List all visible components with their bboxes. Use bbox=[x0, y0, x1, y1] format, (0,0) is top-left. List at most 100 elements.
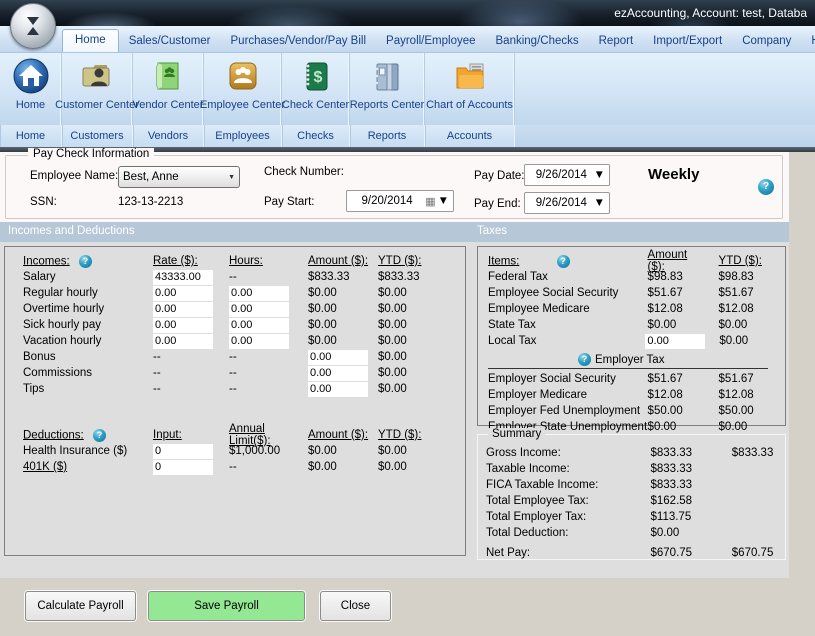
income-ytd: $0.00 bbox=[378, 319, 444, 331]
check-center-button[interactable]: $ Check Center bbox=[282, 53, 350, 125]
tab-payroll-employee[interactable]: Payroll/Employee bbox=[376, 31, 485, 52]
summary-row-total-deduction: Total Deduction: $0.00 bbox=[486, 525, 785, 541]
commissions-amount-input[interactable] bbox=[308, 366, 368, 381]
subband-accounts[interactable]: Accounts bbox=[425, 125, 515, 147]
help-globe-icon[interactable]: ? bbox=[93, 429, 106, 442]
vendor-center-button[interactable]: Vendor Center bbox=[133, 53, 204, 125]
employer-tax-title: Employer Tax bbox=[595, 354, 664, 366]
save-payroll-button[interactable]: Save Payroll bbox=[148, 591, 305, 621]
vacation-hourly-rate-input[interactable] bbox=[153, 334, 213, 349]
pay-end-dropdown[interactable]: 9/26/2014 ▼ bbox=[524, 192, 610, 214]
summary-label: Total Employee Tax: bbox=[486, 495, 651, 507]
toolbar: Home Customer Center bbox=[0, 53, 815, 125]
sick-hourly-rate-input[interactable] bbox=[153, 318, 213, 333]
reports-center-button[interactable]: Reports Center bbox=[350, 53, 425, 125]
summary-row-taxable-income: Taxable Income: $833.33 bbox=[486, 461, 785, 477]
tax-ytd: $51.67 bbox=[719, 373, 785, 385]
salary-rate-input[interactable] bbox=[153, 270, 213, 285]
pay-start-datepicker[interactable]: 9/20/2014 ▦ ▼ bbox=[346, 190, 454, 212]
help-globe-icon[interactable]: ? bbox=[557, 255, 570, 268]
401k-input[interactable] bbox=[153, 460, 213, 475]
summary-row-net-pay: Net Pay: $670.75 $670.75 bbox=[486, 545, 785, 561]
toolbar-button-label: Home bbox=[16, 99, 45, 111]
tab-sales-customer[interactable]: Sales/Customer bbox=[119, 31, 221, 52]
regular-hourly-rate-input[interactable] bbox=[153, 286, 213, 301]
subband-customers[interactable]: Customers bbox=[62, 125, 133, 147]
summary-label: FICA Taxable Income: bbox=[486, 479, 651, 491]
summary-value: $833.33 bbox=[651, 447, 732, 459]
summary-row-fica-taxable-income: FICA Taxable Income: $833.33 bbox=[486, 477, 785, 493]
401k-link[interactable]: 401K ($) bbox=[23, 461, 153, 473]
tab-home[interactable]: Home bbox=[62, 29, 119, 52]
tax-label: Employer Fed Unemployment bbox=[488, 405, 648, 417]
income-label: Tips bbox=[23, 383, 153, 395]
summary-label: Total Employer Tax: bbox=[486, 511, 651, 523]
summary-value: $162.58 bbox=[651, 495, 732, 507]
toolbar-button-label: Vendor Center bbox=[133, 99, 204, 111]
overtime-hourly-hours-input[interactable] bbox=[229, 302, 289, 317]
ssn-value: 123-13-2213 bbox=[118, 196, 183, 208]
subband-checks[interactable]: Checks bbox=[282, 125, 350, 147]
pay-start-value: 9/20/2014 bbox=[351, 195, 423, 207]
income-row-vacation-hourly: Vacation hourly $0.00 $0.00 bbox=[23, 333, 465, 349]
tips-amount-input[interactable] bbox=[308, 382, 368, 397]
chevron-down-icon: ▼ bbox=[438, 195, 449, 207]
items-column-header: Items: bbox=[488, 255, 519, 267]
close-button[interactable]: Close bbox=[320, 591, 391, 621]
income-ytd: $833.33 bbox=[378, 271, 444, 283]
employee-name-dropdown[interactable]: Best, Anne ▼ bbox=[118, 166, 240, 188]
tax-label: Employee Medicare bbox=[488, 303, 648, 315]
svg-text:$: $ bbox=[313, 69, 322, 86]
local-tax-input[interactable] bbox=[645, 334, 705, 349]
annual-limit-column-header: Annual Limit($): bbox=[229, 423, 308, 447]
pay-end-label: Pay End: bbox=[474, 198, 521, 210]
home-button[interactable]: Home bbox=[0, 53, 62, 125]
incomes-deductions-panel: Incomes: ? Rate ($): Hours: Amount ($): … bbox=[4, 246, 466, 556]
help-globe-icon[interactable]: ? bbox=[79, 255, 92, 268]
pay-start-label: Pay Start: bbox=[264, 196, 315, 208]
subband-employees[interactable]: Employees bbox=[204, 125, 282, 147]
chevron-down-icon: ▼ bbox=[594, 197, 605, 209]
check-center-icon: $ bbox=[295, 55, 337, 97]
tax-ytd: $0.00 bbox=[719, 335, 785, 347]
pay-date-dropdown[interactable]: 9/26/2014 ▼ bbox=[524, 164, 610, 186]
bonus-amount-input[interactable] bbox=[308, 350, 368, 365]
customer-center-button[interactable]: Customer Center bbox=[62, 53, 133, 125]
rate-column-header: Rate ($): bbox=[153, 255, 229, 267]
window-title: ezAccounting, Account: test, Databa bbox=[614, 6, 807, 20]
tax-label: State Tax bbox=[488, 319, 648, 331]
employee-center-button[interactable]: Employee Center bbox=[204, 53, 282, 125]
health-insurance-input[interactable] bbox=[153, 444, 213, 459]
help-globe-icon[interactable]: ? bbox=[578, 353, 591, 366]
subband-reports[interactable]: Reports bbox=[350, 125, 425, 147]
chart-of-accounts-button[interactable]: Chart of Accounts bbox=[425, 53, 515, 125]
vacation-hourly-hours-input[interactable] bbox=[229, 334, 289, 349]
summary-label: Total Deduction: bbox=[486, 527, 651, 539]
income-hours: -- bbox=[229, 367, 308, 379]
ezaccounting-window: ezAccounting, Account: test, Databa Home… bbox=[0, 0, 815, 636]
tab-banking-checks[interactable]: Banking/Checks bbox=[486, 31, 589, 52]
summary-value: $833.33 bbox=[651, 479, 732, 491]
tab-report[interactable]: Report bbox=[589, 31, 644, 52]
subband-vendors[interactable]: Vendors bbox=[133, 125, 204, 147]
calculate-payroll-button[interactable]: Calculate Payroll bbox=[25, 591, 136, 621]
income-amount: $0.00 bbox=[308, 335, 378, 347]
regular-hourly-hours-input[interactable] bbox=[229, 286, 289, 301]
help-globe-icon[interactable]: ? bbox=[758, 179, 774, 195]
income-row-tips: Tips -- -- $0.00 bbox=[23, 381, 465, 397]
summary-legend: Summary bbox=[488, 428, 545, 440]
tax-row-state: State Tax $0.00 $0.00 bbox=[488, 317, 785, 333]
toolbar-button-label: Customer Center bbox=[55, 99, 139, 111]
income-label: Sick hourly pay bbox=[23, 319, 153, 331]
tab-help[interactable]: Help bbox=[801, 31, 815, 52]
tab-company[interactable]: Company bbox=[732, 31, 801, 52]
income-ytd: $0.00 bbox=[378, 367, 444, 379]
tab-import-export[interactable]: Import/Export bbox=[643, 31, 732, 52]
deduction-limit: -- bbox=[229, 461, 308, 473]
subband-home[interactable]: Home bbox=[0, 125, 62, 147]
overtime-hourly-rate-input[interactable] bbox=[153, 302, 213, 317]
tab-purchases-vendor-pay-bill[interactable]: Purchases/Vendor/Pay Bill bbox=[221, 31, 377, 52]
sick-hourly-hours-input[interactable] bbox=[229, 318, 289, 333]
income-label: Overtime hourly bbox=[23, 303, 153, 315]
app-menu-button[interactable] bbox=[10, 3, 56, 49]
